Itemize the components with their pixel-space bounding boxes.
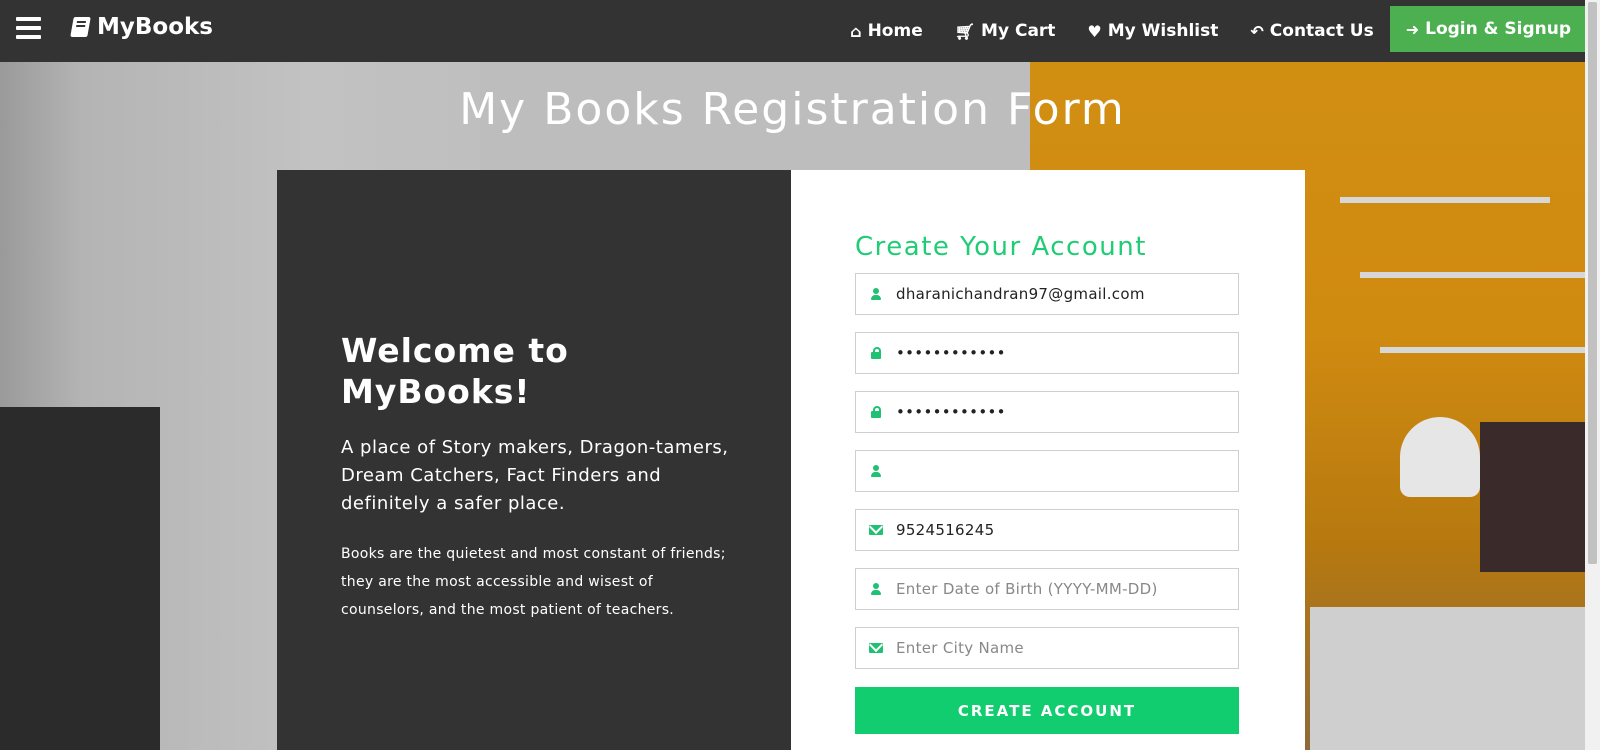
menu-icon[interactable]: [16, 17, 41, 39]
form-panel: Create Your Account CREATE: [791, 170, 1305, 750]
password-input[interactable]: [896, 335, 1238, 371]
background-shelf: [1380, 347, 1585, 353]
background-shelf: [1340, 197, 1550, 203]
background-monitor: [1480, 422, 1585, 572]
email-field: [855, 273, 1239, 315]
welcome-heading: Welcome to MyBooks!: [341, 331, 569, 411]
envelope-icon: [869, 525, 883, 535]
create-account-button[interactable]: CREATE ACCOUNT: [855, 687, 1239, 734]
registration-card: Welcome to MyBooks! A place of Story mak…: [277, 170, 1305, 750]
phone-field: [855, 509, 1239, 551]
user-icon: [871, 583, 881, 595]
welcome-content: Welcome to MyBooks! A place of Story mak…: [341, 330, 731, 624]
background-shelf: [1360, 272, 1585, 278]
phone-input[interactable]: [896, 512, 1238, 548]
name-field: [855, 450, 1239, 492]
name-input[interactable]: [896, 453, 1238, 489]
brand-logo[interactable]: MyBooks: [70, 14, 213, 40]
nav-cart[interactable]: 🛒︎ My Cart: [939, 0, 1072, 62]
user-icon: [871, 465, 881, 477]
nav-links: ⌂ Home 🛒︎ My Cart ♥ My Wishlist ↶ Contac…: [834, 0, 1585, 62]
heart-icon: ♥: [1087, 21, 1102, 41]
sign-in-icon: ➜: [1405, 19, 1420, 39]
form-title: Create Your Account: [855, 232, 1147, 262]
login-signup-button[interactable]: ➜ Login & Signup: [1389, 6, 1585, 52]
cart-icon: 🛒︎: [954, 21, 976, 41]
welcome-panel: Welcome to MyBooks! A place of Story mak…: [277, 170, 791, 750]
city-input[interactable]: [896, 630, 1238, 666]
nav-cart-label: My Cart: [981, 21, 1056, 41]
email-input[interactable]: [896, 276, 1238, 312]
user-icon: [871, 288, 881, 300]
dob-field: [855, 568, 1239, 610]
envelope-icon: [869, 643, 883, 653]
nav-contact[interactable]: ↶ Contact Us: [1234, 0, 1389, 62]
city-field: [855, 627, 1239, 669]
background-desk: [1310, 607, 1585, 750]
nav-wishlist-label: My Wishlist: [1107, 21, 1219, 41]
dob-input[interactable]: [896, 571, 1238, 607]
nav-wishlist[interactable]: ♥ My Wishlist: [1071, 0, 1234, 62]
scrollbar-thumb[interactable]: [1588, 2, 1597, 564]
confirm-password-field: [855, 391, 1239, 433]
nav-home[interactable]: ⌂ Home: [834, 0, 939, 62]
top-navbar: MyBooks ⌂ Home 🛒︎ My Cart ♥ My Wishlist …: [0, 0, 1585, 62]
brand-name: MyBooks: [97, 14, 213, 40]
login-signup-label: Login & Signup: [1425, 19, 1571, 39]
book-icon: [70, 17, 91, 37]
reply-icon: ↶: [1250, 21, 1264, 41]
welcome-tagline: A place of Story makers, Dragon-tamers, …: [341, 437, 729, 514]
password-field: [855, 332, 1239, 374]
background-lamp: [1400, 417, 1480, 497]
lock-icon: [871, 347, 881, 359]
nav-home-label: Home: [867, 21, 923, 41]
background-chair: [0, 407, 160, 750]
lock-icon: [871, 406, 881, 418]
home-icon: ⌂: [850, 21, 862, 41]
page-title: My Books Registration Form: [459, 84, 1126, 135]
welcome-quote: Books are the quietest and most constant…: [341, 546, 726, 618]
page-scrollbar[interactable]: [1585, 0, 1600, 750]
nav-contact-label: Contact Us: [1269, 21, 1374, 41]
confirm-password-input[interactable]: [896, 394, 1238, 430]
